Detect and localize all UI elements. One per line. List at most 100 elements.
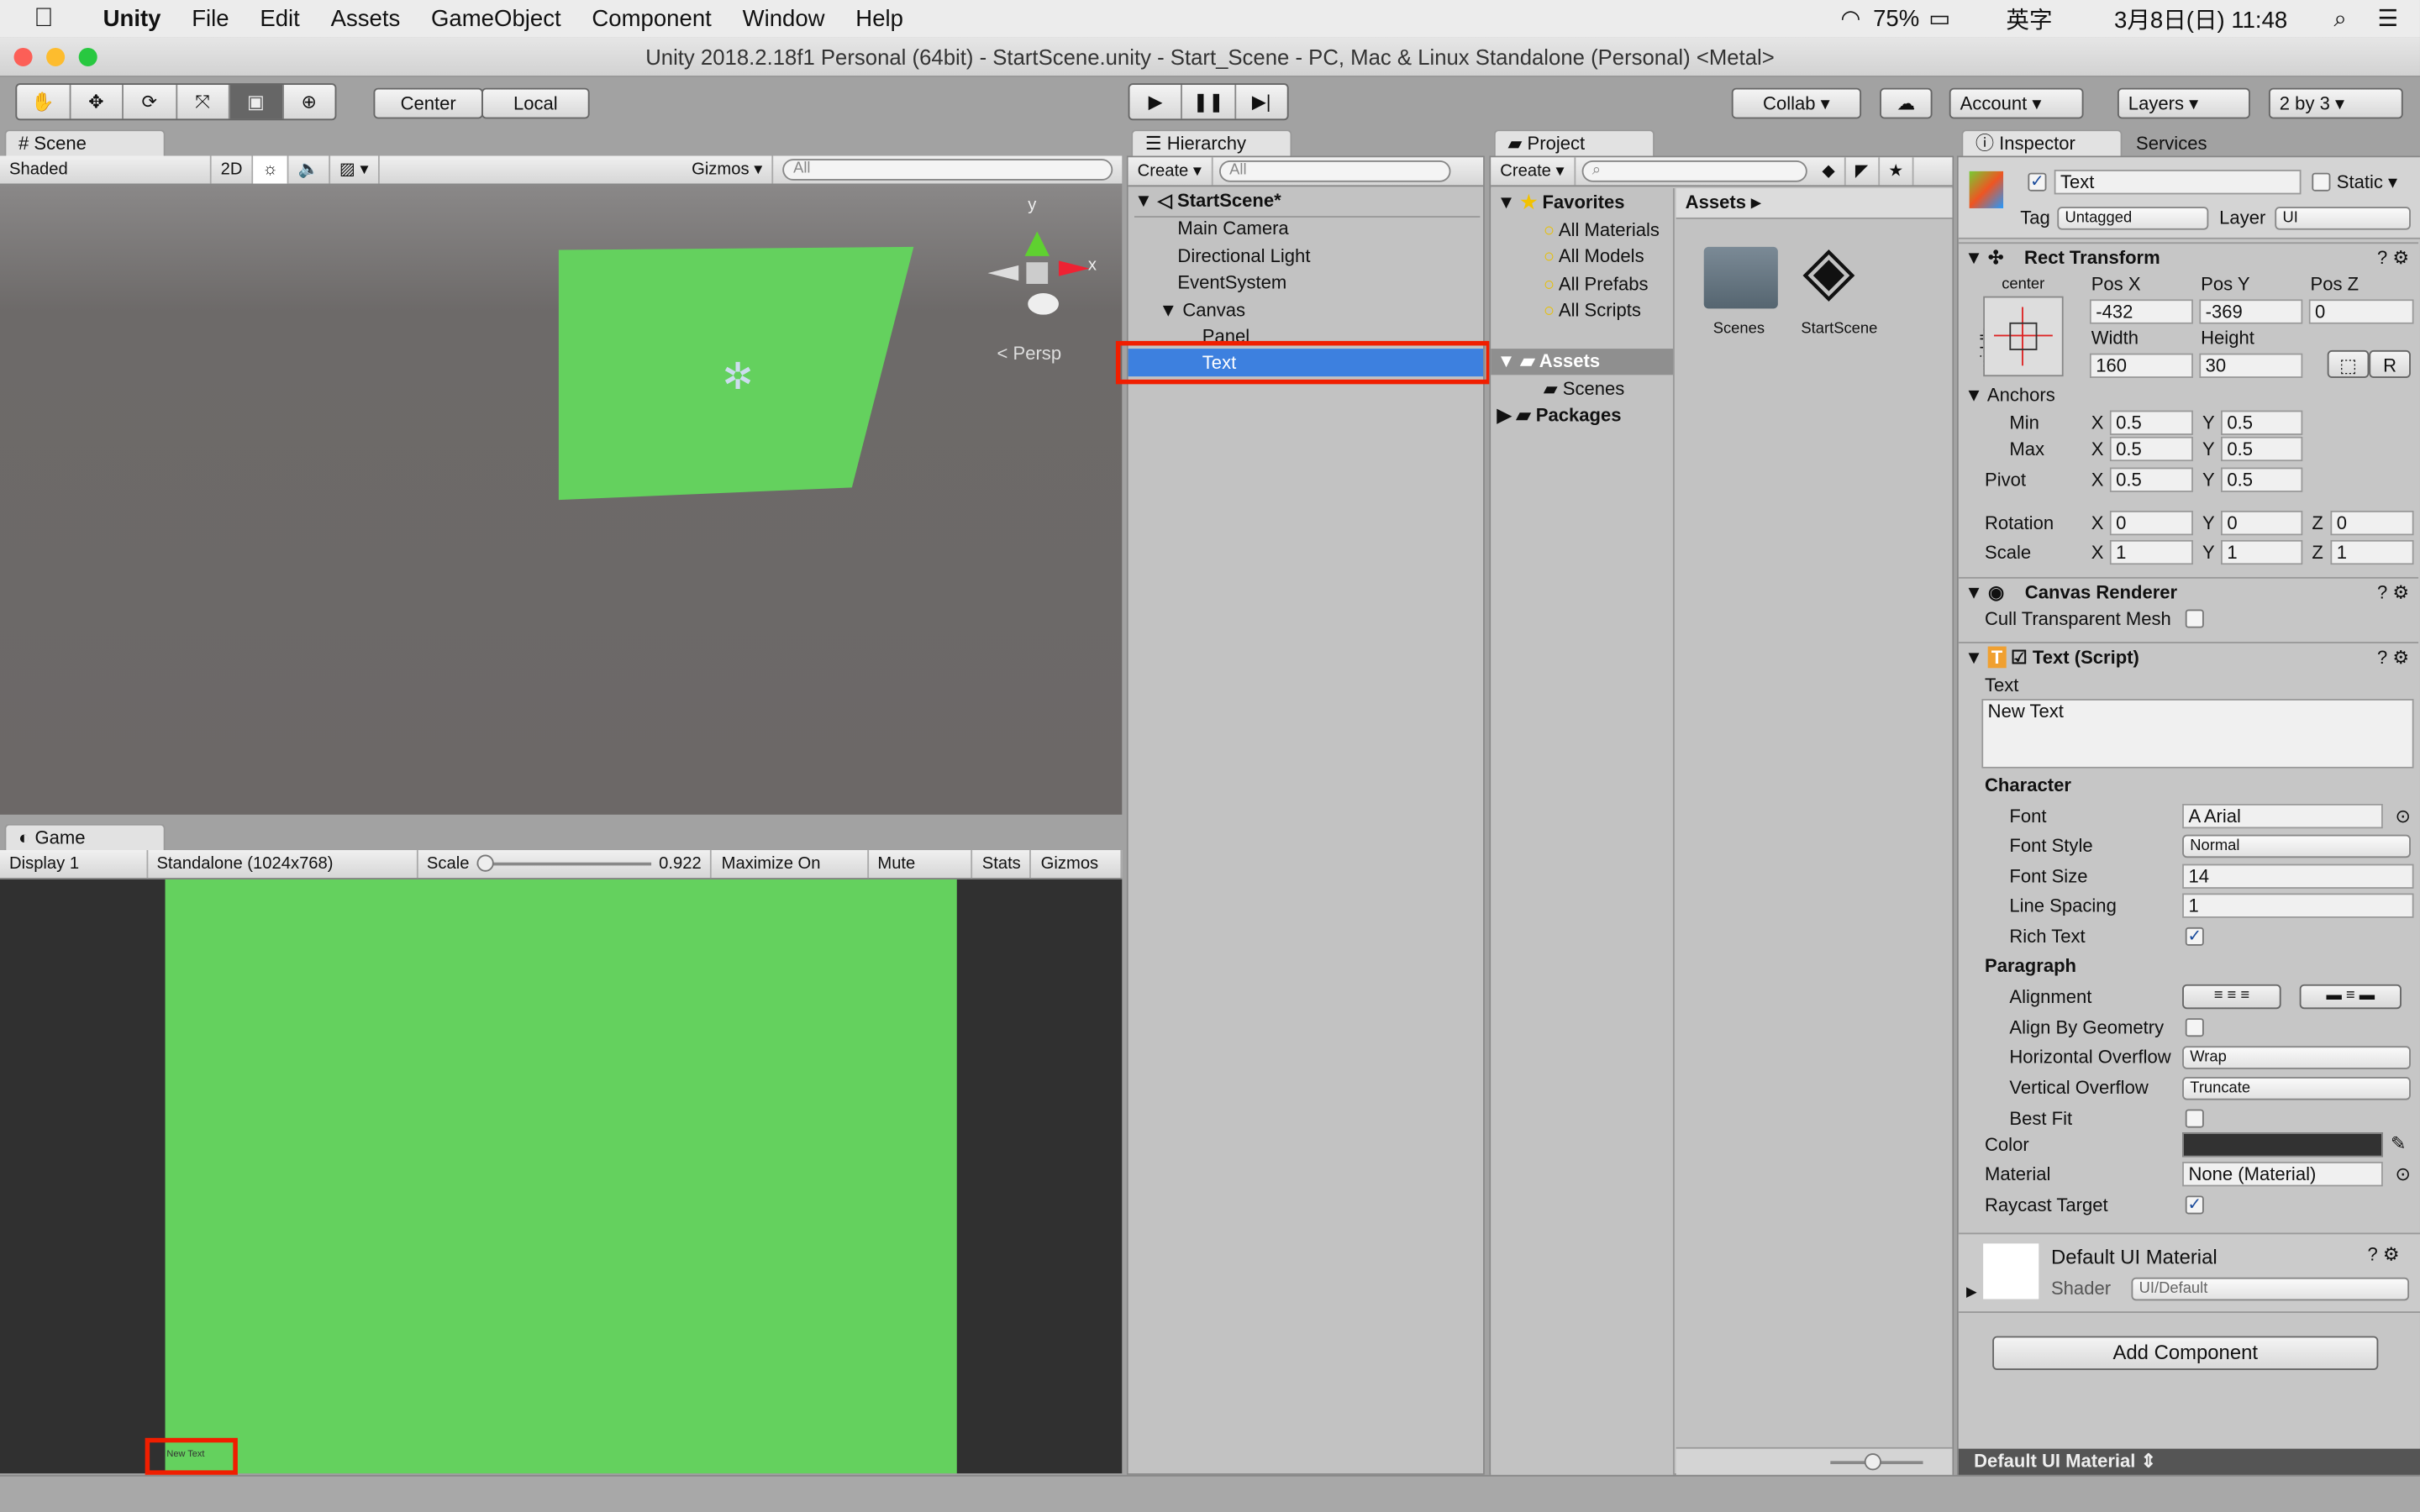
mute-audio-toggle[interactable]: Mute Audio [868, 850, 973, 901]
project-breadcrumb[interactable]: Assets ▸ [1676, 188, 1953, 219]
filter-label-icon[interactable]: ◤ [1846, 157, 1880, 186]
menu-gameobject[interactable]: GameObject [431, 5, 561, 31]
game-viewport[interactable]: New Text [0, 879, 1123, 1475]
scale-y-field[interactable]: 1 [2221, 539, 2303, 565]
best-fit-checkbox[interactable] [2185, 1109, 2204, 1128]
icon-size-thumb[interactable] [1864, 1453, 1881, 1471]
tab-services[interactable]: Services [2136, 133, 2207, 155]
move-tool-icon[interactable]: ✥ [71, 85, 124, 119]
shading-dropdown[interactable]: Shaded [0, 155, 212, 184]
cull-checkbox[interactable] [2185, 609, 2204, 628]
color-swatch[interactable] [2182, 1132, 2383, 1158]
unity-scene-icon[interactable]: ◈ [1802, 234, 1854, 308]
assets-folder-item[interactable]: ▼ ▰ Assets [1491, 349, 1673, 375]
stats-toggle[interactable]: Stats [973, 850, 1032, 879]
menu-app[interactable]: Unity [103, 5, 161, 31]
menu-window[interactable]: Window [743, 5, 825, 31]
posz-field[interactable]: 0 [2308, 299, 2414, 324]
clock[interactable]: 3月8日(日) 11:48 [2114, 3, 2287, 35]
project-create-button[interactable]: Create ▾ [1491, 157, 1576, 186]
font-field[interactable]: A Arial [2182, 803, 2383, 829]
fav-all-prefabs[interactable]: ○ All Prefabs [1544, 273, 1649, 295]
rich-text-checkbox[interactable]: ✓ [2185, 927, 2204, 946]
posx-field[interactable]: -432 [2089, 299, 2193, 324]
shader-dropdown[interactable]: UI/Default [2131, 1277, 2410, 1301]
material-field[interactable]: None (Material) [2182, 1162, 2383, 1187]
rect-tool-icon[interactable]: ▣ [229, 85, 284, 119]
static-checkbox[interactable] [2312, 172, 2331, 192]
add-component-button[interactable]: Add Component [1992, 1336, 2379, 1370]
anchors-foldout[interactable]: ▼ Anchors [1965, 384, 2055, 406]
preview-bar[interactable]: Default UI Material ⇕ [1958, 1448, 2420, 1475]
menu-help[interactable]: Help [855, 5, 903, 31]
rotation-x-field[interactable]: 0 [2109, 510, 2193, 536]
filter-type-icon[interactable]: ◆ [1812, 157, 1846, 186]
anchor-min-x-field[interactable]: 0.5 [2109, 410, 2193, 435]
rotation-z-field[interactable]: 0 [2330, 510, 2414, 536]
object-picker-icon[interactable]: ⊙ [2396, 806, 2411, 827]
scene-root-item[interactable]: ▼ ◁ StartScene* [1134, 190, 1481, 218]
startscene-label[interactable]: StartScene [1801, 321, 1877, 338]
tab-scene[interactable]: # Scene [4, 129, 166, 158]
blueprint-mode-button[interactable]: ⬚ [2327, 349, 2370, 378]
pivot-local-button[interactable]: Local [481, 87, 590, 119]
text-script-header[interactable]: ▼ T ☑ Text (Script)? ⚙ [1958, 642, 2419, 669]
material-foldout-arrow[interactable]: ▶ [1966, 1284, 1977, 1300]
horizontal-overflow-dropdown[interactable]: Wrap [2182, 1046, 2411, 1069]
resolution-dropdown[interactable]: Standalone (1024x768) [147, 850, 418, 879]
pivot-y-field[interactable]: 0.5 [2221, 467, 2303, 492]
scenes-folder-icon[interactable] [1703, 246, 1778, 309]
maximize-on-play-toggle[interactable]: Maximize On Play [713, 850, 869, 901]
hierarchy-search-input[interactable]: All [1218, 160, 1450, 182]
pivot-center-button[interactable]: Center [373, 87, 483, 119]
line-spacing-field[interactable]: 1 [2182, 893, 2414, 918]
menu-assets[interactable]: Assets [331, 5, 401, 31]
layer-dropdown[interactable]: UI [2275, 207, 2411, 230]
vertical-alignment-buttons[interactable]: ▬ ≡ ▬ [2299, 984, 2402, 1010]
tab-hierarchy[interactable]: ☰ Hierarchy [1131, 129, 1292, 158]
hierarchy-item-main-camera[interactable]: Main Camera [1177, 218, 1288, 239]
fav-all-scripts[interactable]: ○ All Scripts [1544, 299, 1641, 321]
width-field[interactable]: 160 [2089, 353, 2193, 378]
step-icon[interactable]: ▶| [1236, 85, 1287, 118]
menu-file[interactable]: File [192, 5, 229, 31]
hierarchy-create-button[interactable]: Create ▾ [1128, 157, 1213, 186]
anchor-presets-button[interactable] [1983, 296, 2064, 377]
wifi-icon[interactable]: ◠ [1840, 5, 1860, 32]
gizmos-dropdown[interactable]: Gizmos ▾ [682, 155, 774, 184]
active-checkbox[interactable]: ✓ [2028, 172, 2047, 192]
cloud-icon[interactable]: ☁ [1880, 87, 1933, 119]
persp-label[interactable]: < Persp [997, 343, 1062, 365]
align-geometry-checkbox[interactable] [2185, 1018, 2204, 1037]
game-gizmos-dropdown[interactable]: Gizmos ▾ [1032, 850, 1123, 901]
favorites-item[interactable]: ▼ ★ Favorites [1497, 192, 1625, 213]
favorite-star-icon[interactable]: ★ [1879, 157, 1915, 186]
scene-search-input[interactable]: All [782, 159, 1113, 181]
raycast-checkbox[interactable]: ✓ [2185, 1195, 2204, 1215]
font-size-field[interactable]: 14 [2182, 864, 2414, 889]
component-settings-icon[interactable]: ? ⚙ [2377, 647, 2409, 669]
anchor-max-x-field[interactable]: 0.5 [2109, 436, 2193, 462]
canvas-renderer-header[interactable]: ▼ ◉ Canvas Renderer? ⚙ [1958, 576, 2419, 605]
pivot-x-field[interactable]: 0.5 [2109, 467, 2193, 492]
component-settings-icon[interactable]: ? ⚙ [2367, 1243, 2399, 1265]
eyedropper-icon[interactable]: ✎ [2391, 1132, 2406, 1154]
menu-edit[interactable]: Edit [260, 5, 299, 31]
scenes-folder-item[interactable]: ▰ Scenes [1544, 378, 1625, 400]
layers-dropdown[interactable]: Layers ▾ [2117, 87, 2250, 119]
fav-all-materials[interactable]: ○ All Materials [1544, 219, 1660, 241]
static-dropdown[interactable]: Static ▾ [2337, 171, 2397, 193]
object-picker-icon[interactable]: ⊙ [2396, 1163, 2411, 1185]
audio-icon[interactable]: 🔈 [289, 155, 330, 184]
component-settings-icon[interactable]: ? ⚙ [2377, 247, 2409, 269]
vertical-overflow-dropdown[interactable]: Truncate [2182, 1077, 2411, 1100]
scale-x-field[interactable]: 1 [2109, 539, 2193, 565]
2d-toggle[interactable]: 2D [212, 155, 254, 184]
notification-icon[interactable]: ☰ [2378, 5, 2399, 32]
spotlight-icon[interactable]: ⌕ [2333, 5, 2346, 31]
minimize-button[interactable] [46, 47, 66, 66]
tab-project[interactable]: ▰ Project [1493, 129, 1655, 158]
close-button[interactable] [13, 47, 33, 66]
layout-dropdown[interactable]: 2 by 3 ▾ [2268, 87, 2403, 119]
scale-track[interactable] [476, 854, 652, 872]
